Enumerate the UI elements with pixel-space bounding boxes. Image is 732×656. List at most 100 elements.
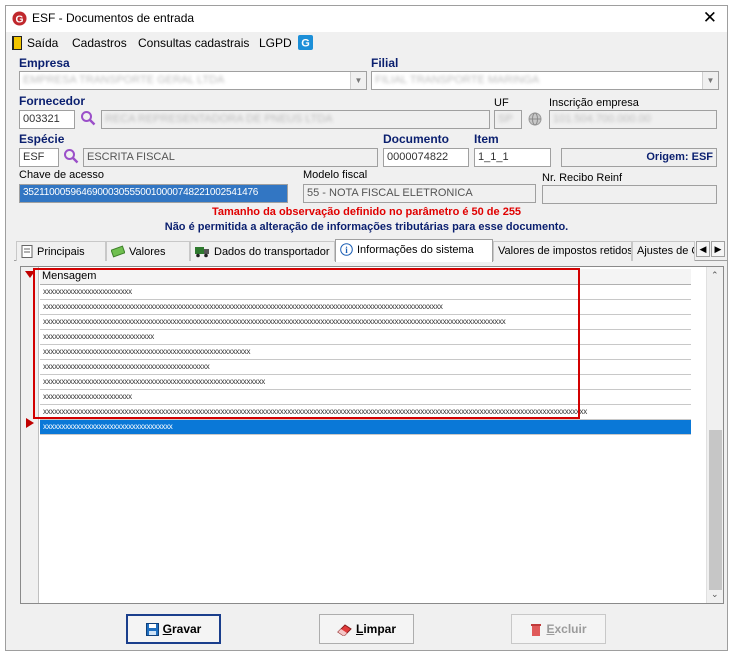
gravar-label: ravar	[171, 622, 202, 636]
svg-text:G: G	[15, 14, 23, 25]
messages-grid: Mensagem xxxxxxxxxxxxxxxxxxxxxxxx xxxxxx…	[20, 266, 724, 604]
inscricao-label: Inscrição empresa	[549, 97, 639, 109]
main-window: G ESF - Documentos de entrada ✕ Saída Ca…	[5, 5, 728, 651]
inscricao-field: 101.504.700.000.00	[549, 110, 717, 129]
filial-value: FILIAL TRANSPORTE MARINGA	[375, 74, 540, 86]
tab-valores-impostos-label: Valores de impostos retidos	[498, 245, 632, 257]
tab-bar: Principais Valores Dados do transportado…	[14, 239, 727, 262]
inscricao-value: 101.504.700.000.00	[553, 113, 651, 125]
menu-consultas-cadastrais[interactable]: Consultas cadastrais	[138, 36, 249, 50]
uf-label: UF	[494, 97, 509, 109]
uf-field: SP	[494, 110, 522, 129]
especie-code-input[interactable]: ESF	[19, 148, 59, 167]
vertical-scrollbar[interactable]: ⌃ ⌄	[706, 267, 723, 603]
floppy-disk-icon	[145, 623, 159, 636]
empresa-label: Empresa	[19, 56, 70, 70]
truck-icon	[195, 247, 209, 258]
table-row-selected[interactable]: xxxxxxxxxxxxxxxxxxxxxxxxxxxxxxxxxxx	[40, 420, 691, 435]
tab-scroll-left-button[interactable]: ◀	[696, 241, 710, 257]
scroll-down-icon[interactable]: ⌄	[711, 589, 719, 600]
empresa-select[interactable]: EMPRESA TRANSPORTE GERAL LTDA ▼	[19, 71, 367, 90]
table-row[interactable]: xxxxxxxxxxxxxxxxxxxxxxxxxxxxxxxxxxxxxxxx…	[40, 405, 691, 420]
current-row-indicator-icon	[26, 418, 34, 428]
sort-indicator-icon	[25, 271, 35, 278]
lgpd-logo-icon[interactable]: G	[298, 35, 313, 50]
table-row[interactable]: xxxxxxxxxxxxxxxxxxxxxxxx	[40, 285, 691, 300]
close-icon[interactable]: ✕	[703, 8, 717, 28]
svg-text:G: G	[301, 38, 310, 50]
excluir-button[interactable]: Excluir	[511, 614, 606, 644]
tab-valores-label: Valores	[129, 246, 166, 258]
excluir-accel: E	[546, 622, 555, 636]
column-header-mensagem[interactable]: Mensagem	[40, 269, 691, 285]
search-icon[interactable]	[63, 148, 79, 164]
table-row[interactable]: xxxxxxxxxxxxxxxxxxxxxxxxxxxxxxxxxxxxxxxx…	[40, 345, 691, 360]
especie-label: Espécie	[19, 132, 65, 146]
recibo-label: Nr. Recibo Reinf	[542, 172, 623, 184]
item-label: Item	[474, 132, 499, 146]
tab-principais[interactable]: Principais	[16, 241, 106, 261]
origem-badge: Origem: ESF	[561, 148, 717, 167]
tab-informacoes-sistema[interactable]: i Informações do sistema	[335, 239, 493, 262]
gravar-button[interactable]: Gravar	[126, 614, 221, 644]
modelo-label: Modelo fiscal	[303, 169, 368, 181]
warning-line-1: Tamanho da observação definido no parâme…	[211, 206, 522, 218]
row-indicator-column	[21, 267, 39, 603]
especie-name-field: ESCRITA FISCAL	[83, 148, 378, 167]
tab-dados-transportador[interactable]: Dados do transportador	[190, 241, 335, 261]
table-row[interactable]: xxxxxxxxxxxxxxxxxxxxxxxxxxxxxxxxxxxxxxxx…	[40, 315, 691, 330]
menu-lgpd[interactable]: LGPD	[259, 36, 292, 50]
chevron-down-icon: ▼	[702, 72, 718, 89]
money-icon	[110, 245, 126, 258]
menu-bar: Saída Cadastros Consultas cadastrais LGP…	[6, 32, 727, 54]
title-bar: G ESF - Documentos de entrada ✕	[6, 6, 727, 32]
documento-label: Documento	[383, 132, 449, 146]
app-logo-icon: G	[12, 11, 27, 26]
eraser-icon	[337, 624, 352, 637]
tab-ajustes[interactable]: Ajustes de C	[632, 241, 695, 261]
gravar-accel: G	[162, 622, 172, 636]
fornecedor-name-value: RECA REPRESENTADORA DE PNEUS LTDA	[105, 113, 333, 125]
fornecedor-name-field: RECA REPRESENTADORA DE PNEUS LTDA	[101, 110, 490, 129]
info-icon: i	[340, 243, 353, 256]
table-row[interactable]: xxxxxxxxxxxxxxxxxxxxxxxxxxxxxx	[40, 330, 691, 345]
tab-valores-impostos-retidos[interactable]: Valores de impostos retidos	[493, 241, 632, 261]
limpar-label: impar	[363, 622, 397, 636]
chevron-down-icon: ▼	[350, 72, 366, 89]
excluir-label: xcluir	[554, 622, 587, 636]
chave-acesso-input[interactable]: 3521100059646900030555001000074822100254…	[19, 184, 288, 203]
warning-line-2: Não é permitida a alteração de informaçõ…	[164, 221, 569, 233]
trash-icon	[531, 624, 542, 636]
document-icon	[21, 245, 33, 258]
item-input[interactable]: 1_1_1	[474, 148, 551, 167]
exit-door-icon	[12, 36, 22, 50]
table-row[interactable]: xxxxxxxxxxxxxxxxxxxxxxxxxxxxxxxxxxxxxxxx…	[40, 360, 691, 375]
scroll-up-icon[interactable]: ⌃	[711, 270, 719, 281]
filial-label: Filial	[371, 56, 399, 70]
tab-dados-transportador-label: Dados do transportador	[214, 246, 330, 258]
tab-informacoes-sistema-label: Informações do sistema	[357, 244, 474, 256]
limpar-button[interactable]: Limpar	[319, 614, 414, 644]
menu-saida[interactable]: Saída	[27, 36, 58, 50]
fornecedor-code-input[interactable]: 003321	[19, 110, 75, 129]
chave-label: Chave de acesso	[19, 169, 104, 181]
uf-value: SP	[498, 113, 513, 125]
documento-input[interactable]: 0000074822	[383, 148, 469, 167]
menu-cadastros[interactable]: Cadastros	[72, 36, 127, 50]
table-row[interactable]: xxxxxxxxxxxxxxxxxxxxxxxx	[40, 390, 691, 405]
table-row[interactable]: xxxxxxxxxxxxxxxxxxxxxxxxxxxxxxxxxxxxxxxx…	[40, 300, 691, 315]
tab-principais-label: Principais	[37, 246, 85, 258]
search-icon[interactable]	[80, 110, 96, 126]
tab-scroll-right-button[interactable]: ▶	[711, 241, 725, 257]
tab-valores[interactable]: Valores	[106, 241, 190, 261]
modelo-fiscal-field: 55 - NOTA FISCAL ELETRONICA	[303, 184, 536, 203]
scroll-thumb[interactable]	[709, 430, 722, 590]
tab-ajustes-label: Ajustes de C	[637, 245, 695, 257]
recibo-field	[542, 185, 717, 204]
filial-select[interactable]: FILIAL TRANSPORTE MARINGA ▼	[371, 71, 719, 90]
globe-icon[interactable]	[528, 112, 542, 126]
window-title: ESF - Documentos de entrada	[32, 11, 195, 25]
table-row[interactable]: xxxxxxxxxxxxxxxxxxxxxxxxxxxxxxxxxxxxxxxx…	[40, 375, 691, 390]
empresa-value: EMPRESA TRANSPORTE GERAL LTDA	[23, 74, 225, 86]
fornecedor-label: Fornecedor	[19, 94, 86, 108]
